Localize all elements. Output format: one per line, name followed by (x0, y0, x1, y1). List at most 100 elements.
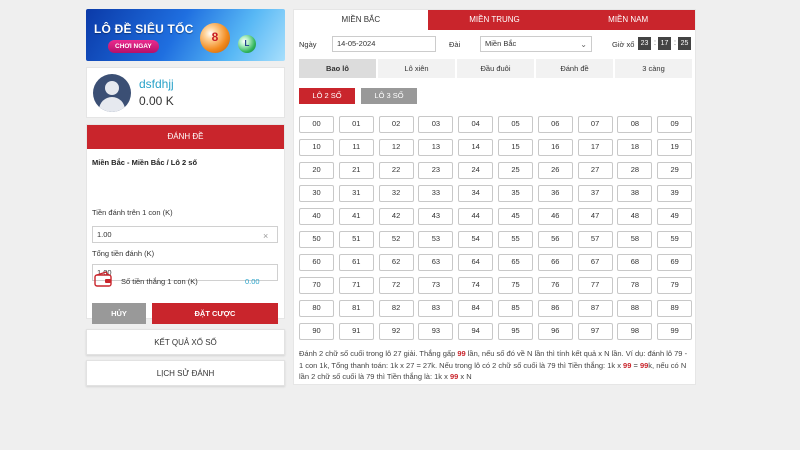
number-cell-12[interactable]: 12 (378, 139, 414, 156)
number-cell-91[interactable]: 91 (338, 323, 374, 340)
number-cell-26[interactable]: 26 (537, 162, 573, 179)
per-number-amount-input[interactable] (92, 226, 278, 243)
number-cell-36[interactable]: 36 (537, 185, 573, 202)
username[interactable]: dsfdhjj (139, 77, 174, 91)
number-cell-67[interactable]: 67 (577, 254, 613, 271)
number-cell-11[interactable]: 11 (338, 139, 374, 156)
number-cell-70[interactable]: 70 (299, 277, 334, 294)
tab-mien-trung[interactable]: MIỀN TRUNG (427, 10, 562, 30)
number-cell-57[interactable]: 57 (577, 231, 613, 248)
number-cell-68[interactable]: 68 (617, 254, 653, 271)
number-cell-92[interactable]: 92 (378, 323, 414, 340)
number-cell-93[interactable]: 93 (418, 323, 454, 340)
tab-mien-bac[interactable]: MIỀN BẮC (294, 10, 428, 30)
number-cell-62[interactable]: 62 (378, 254, 414, 271)
number-cell-98[interactable]: 98 (617, 323, 653, 340)
number-cell-07[interactable]: 07 (577, 116, 613, 133)
number-cell-48[interactable]: 48 (617, 208, 653, 225)
number-cell-44[interactable]: 44 (458, 208, 494, 225)
number-cell-78[interactable]: 78 (617, 277, 653, 294)
number-cell-42[interactable]: 42 (378, 208, 414, 225)
number-cell-10[interactable]: 10 (299, 139, 334, 156)
number-cell-50[interactable]: 50 (299, 231, 334, 248)
number-cell-45[interactable]: 45 (497, 208, 533, 225)
number-cell-65[interactable]: 65 (497, 254, 533, 271)
bet-history-button[interactable]: LỊCH SỬ ĐÁNH (86, 360, 285, 386)
number-cell-63[interactable]: 63 (418, 254, 454, 271)
clear-icon[interactable]: × (263, 231, 268, 241)
number-cell-84[interactable]: 84 (458, 300, 494, 317)
number-cell-89[interactable]: 89 (657, 300, 693, 317)
number-cell-49[interactable]: 49 (657, 208, 693, 225)
number-cell-19[interactable]: 19 (657, 139, 693, 156)
number-cell-14[interactable]: 14 (458, 139, 494, 156)
number-cell-76[interactable]: 76 (537, 277, 573, 294)
number-cell-85[interactable]: 85 (497, 300, 533, 317)
number-cell-97[interactable]: 97 (577, 323, 613, 340)
number-cell-20[interactable]: 20 (299, 162, 334, 179)
tab-lo-3-so[interactable]: LÔ 3 SỐ (361, 88, 417, 104)
number-cell-21[interactable]: 21 (338, 162, 374, 179)
number-cell-13[interactable]: 13 (418, 139, 454, 156)
number-cell-72[interactable]: 72 (378, 277, 414, 294)
number-cell-87[interactable]: 87 (577, 300, 613, 317)
number-cell-01[interactable]: 01 (338, 116, 374, 133)
number-cell-00[interactable]: 00 (299, 116, 334, 133)
number-cell-15[interactable]: 15 (497, 139, 533, 156)
number-cell-61[interactable]: 61 (338, 254, 374, 271)
number-cell-51[interactable]: 51 (338, 231, 374, 248)
number-cell-90[interactable]: 90 (299, 323, 334, 340)
number-cell-22[interactable]: 22 (378, 162, 414, 179)
number-cell-27[interactable]: 27 (577, 162, 613, 179)
tab-danh-de[interactable]: Đánh đề (536, 59, 613, 78)
number-cell-59[interactable]: 59 (657, 231, 693, 248)
number-cell-71[interactable]: 71 (338, 277, 374, 294)
number-cell-30[interactable]: 30 (299, 185, 334, 202)
number-cell-06[interactable]: 06 (537, 116, 573, 133)
number-cell-23[interactable]: 23 (418, 162, 454, 179)
number-cell-47[interactable]: 47 (577, 208, 613, 225)
cancel-button[interactable]: HỦY (92, 303, 146, 324)
number-cell-16[interactable]: 16 (537, 139, 573, 156)
place-bet-button[interactable]: ĐẶT CƯỢC (152, 303, 278, 324)
number-cell-25[interactable]: 25 (497, 162, 533, 179)
number-cell-52[interactable]: 52 (378, 231, 414, 248)
number-cell-43[interactable]: 43 (418, 208, 454, 225)
number-cell-81[interactable]: 81 (338, 300, 374, 317)
tab-3-cang[interactable]: 3 càng (615, 59, 692, 78)
number-cell-58[interactable]: 58 (617, 231, 653, 248)
number-cell-46[interactable]: 46 (537, 208, 573, 225)
number-cell-95[interactable]: 95 (497, 323, 533, 340)
number-cell-34[interactable]: 34 (458, 185, 494, 202)
number-cell-73[interactable]: 73 (418, 277, 454, 294)
number-cell-40[interactable]: 40 (299, 208, 334, 225)
number-cell-88[interactable]: 88 (617, 300, 653, 317)
tab-dau-duoi[interactable]: Đầu đuôi (457, 59, 534, 78)
number-cell-64[interactable]: 64 (458, 254, 494, 271)
number-cell-55[interactable]: 55 (497, 231, 533, 248)
number-cell-74[interactable]: 74 (458, 277, 494, 294)
number-cell-99[interactable]: 99 (657, 323, 693, 340)
date-input[interactable]: 14-05-2024 (332, 36, 436, 52)
number-cell-96[interactable]: 96 (537, 323, 573, 340)
number-cell-18[interactable]: 18 (617, 139, 653, 156)
number-cell-56[interactable]: 56 (537, 231, 573, 248)
number-cell-79[interactable]: 79 (657, 277, 693, 294)
number-cell-94[interactable]: 94 (458, 323, 494, 340)
tab-lo-xien[interactable]: Lô xiên (378, 59, 455, 78)
number-cell-53[interactable]: 53 (418, 231, 454, 248)
number-cell-37[interactable]: 37 (577, 185, 613, 202)
number-cell-05[interactable]: 05 (497, 116, 533, 133)
number-cell-77[interactable]: 77 (577, 277, 613, 294)
number-cell-28[interactable]: 28 (617, 162, 653, 179)
number-cell-60[interactable]: 60 (299, 254, 334, 271)
station-select[interactable]: Miền Bắc ⌄ (480, 36, 592, 52)
tab-mien-nam[interactable]: MIỀN NAM (561, 10, 696, 30)
tab-lo-2-so[interactable]: LÔ 2 SỐ (299, 88, 355, 104)
number-cell-29[interactable]: 29 (657, 162, 693, 179)
number-cell-31[interactable]: 31 (338, 185, 374, 202)
number-cell-24[interactable]: 24 (458, 162, 494, 179)
number-cell-39[interactable]: 39 (657, 185, 693, 202)
number-cell-32[interactable]: 32 (378, 185, 414, 202)
tab-bao-lo[interactable]: Bao lô (299, 59, 376, 78)
